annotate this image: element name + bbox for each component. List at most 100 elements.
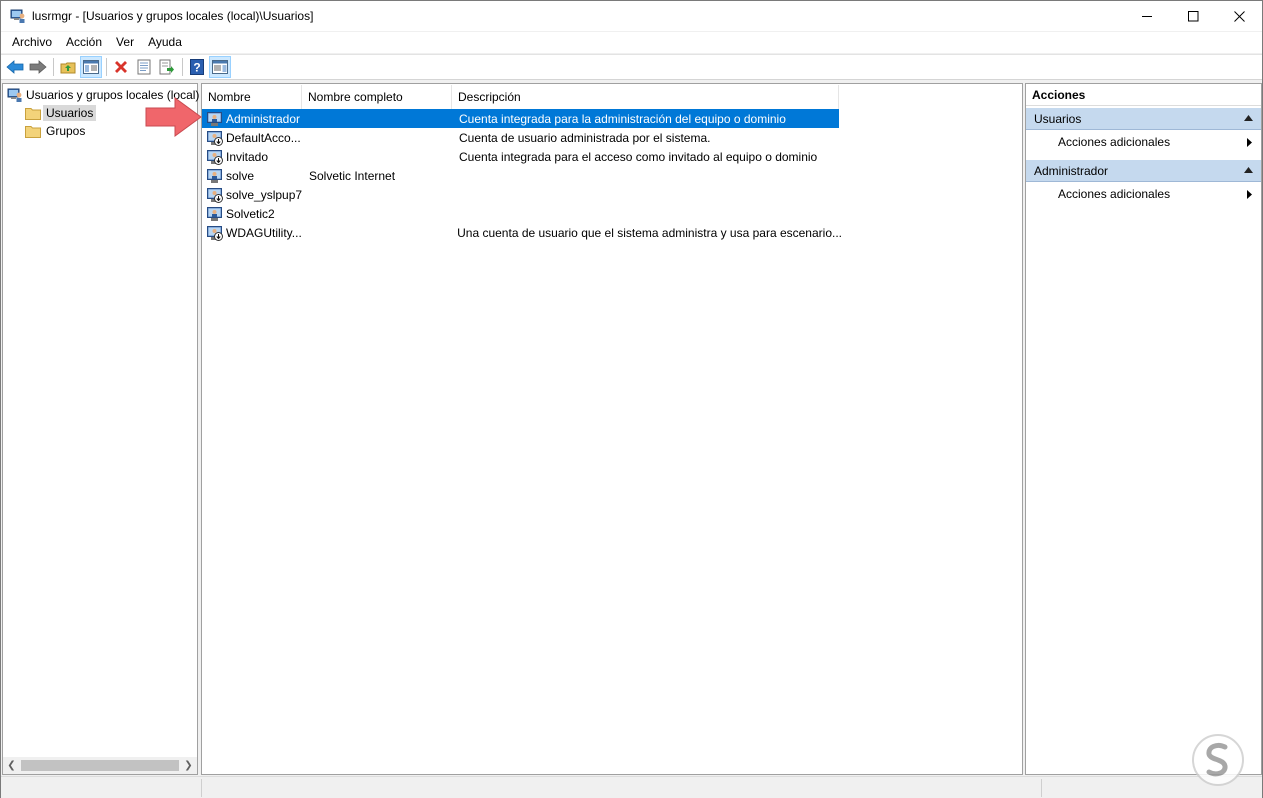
user-name: Administrador bbox=[226, 111, 301, 126]
solvetic-logo-icon bbox=[1192, 734, 1244, 786]
back-button[interactable] bbox=[4, 56, 26, 78]
disabled-user-icon bbox=[207, 130, 223, 146]
disabled-user-icon bbox=[207, 225, 223, 241]
export-list-icon bbox=[159, 59, 174, 75]
show-hide-action-pane-icon bbox=[212, 60, 228, 74]
tree-item-label: Grupos bbox=[46, 124, 86, 138]
table-row[interactable]: Administrador Cuenta integrada para la a… bbox=[202, 109, 839, 128]
maximize-button[interactable] bbox=[1170, 1, 1216, 31]
delete-icon bbox=[115, 61, 127, 73]
actions-section-usuarios[interactable]: Usuarios bbox=[1026, 108, 1261, 130]
user-icon bbox=[207, 111, 223, 127]
computer-users-icon bbox=[10, 8, 26, 24]
user-icon bbox=[207, 206, 223, 222]
window-title: lusrmgr - [Usuarios y grupos locales (lo… bbox=[32, 9, 314, 23]
column-header-descripcion[interactable]: Descripción bbox=[452, 85, 839, 109]
user-description: Cuenta integrada para el acceso como inv… bbox=[459, 149, 818, 164]
show-hide-tree-icon bbox=[83, 60, 99, 74]
scroll-right-icon[interactable]: ❯ bbox=[180, 757, 197, 774]
tree-item-usuarios[interactable]: Usuarios bbox=[25, 104, 97, 122]
menu-bar: Archivo Acción Ver Ayuda bbox=[1, 32, 1262, 53]
actions-pane: Acciones Usuarios Acciones adicionales A… bbox=[1025, 83, 1262, 775]
actions-title: Acciones bbox=[1026, 84, 1261, 106]
minimize-button[interactable] bbox=[1124, 1, 1170, 31]
table-row[interactable]: Solvetic2 bbox=[202, 204, 842, 223]
folder-icon bbox=[25, 107, 41, 120]
tree-item-grupos[interactable]: Grupos bbox=[25, 122, 88, 140]
list-header: Nombre Nombre completo Descripción bbox=[202, 85, 839, 109]
status-bar bbox=[1, 776, 1262, 798]
toolbar-separator bbox=[53, 58, 54, 76]
user-name: solve_yslpup7 bbox=[226, 187, 302, 202]
help-icon: ? bbox=[190, 59, 204, 75]
up-folder-icon bbox=[60, 62, 76, 74]
toolbar-separator bbox=[106, 58, 107, 76]
properties-button[interactable] bbox=[133, 56, 155, 78]
maximize-icon bbox=[1187, 10, 1198, 21]
user-full-name: Solvetic Internet bbox=[309, 168, 396, 183]
submenu-arrow-icon bbox=[1247, 190, 1252, 199]
svg-text:?: ? bbox=[193, 61, 200, 75]
horizontal-scrollbar[interactable]: ❮ ❯ bbox=[3, 757, 197, 774]
minimize-icon bbox=[1141, 15, 1152, 17]
back-arrow-icon bbox=[6, 60, 24, 74]
user-name: Solvetic2 bbox=[226, 206, 275, 221]
user-list: Administrador Cuenta integrada para la a… bbox=[202, 109, 842, 242]
export-list-button[interactable] bbox=[156, 56, 178, 78]
close-icon bbox=[1233, 10, 1245, 22]
up-one-level-button[interactable] bbox=[57, 56, 79, 78]
results-list-pane: Nombre Nombre completo Descripción Admin… bbox=[201, 83, 1023, 775]
disabled-user-icon bbox=[207, 149, 223, 165]
console-tree-pane: Usuarios y grupos locales (local) Usuari… bbox=[2, 83, 199, 775]
close-button[interactable] bbox=[1216, 1, 1262, 31]
action-label: Acciones adicionales bbox=[1058, 187, 1171, 201]
forward-arrow-icon bbox=[29, 60, 47, 74]
action-label: Acciones adicionales bbox=[1058, 135, 1171, 149]
properties-icon bbox=[137, 59, 151, 75]
more-actions-item[interactable]: Acciones adicionales bbox=[1026, 130, 1261, 154]
toolbar-separator bbox=[182, 58, 183, 76]
user-name: DefaultAcco... bbox=[226, 130, 301, 145]
show-hide-action-pane-button[interactable] bbox=[209, 56, 231, 78]
table-row[interactable]: solve Solvetic Internet bbox=[202, 166, 842, 185]
status-panel bbox=[1041, 779, 1141, 797]
collapse-triangle-icon bbox=[1244, 167, 1253, 173]
red-pointer-arrow-icon bbox=[145, 97, 202, 137]
toolbar: ? bbox=[1, 54, 1262, 80]
disabled-user-icon bbox=[207, 187, 223, 203]
table-row[interactable]: Invitado Cuenta integrada para el acceso… bbox=[202, 147, 842, 166]
folder-icon bbox=[25, 125, 41, 138]
table-row[interactable]: DefaultAcco... Cuenta de usuario adminis… bbox=[202, 128, 842, 147]
more-actions-item[interactable]: Acciones adicionales bbox=[1026, 182, 1261, 206]
title-bar: lusrmgr - [Usuarios y grupos locales (lo… bbox=[1, 1, 1262, 31]
user-icon bbox=[207, 168, 223, 184]
submenu-arrow-icon bbox=[1247, 138, 1252, 147]
status-panel bbox=[201, 779, 1041, 797]
user-name: solve bbox=[226, 168, 255, 183]
delete-button[interactable] bbox=[110, 56, 132, 78]
section-header-label: Usuarios bbox=[1034, 112, 1082, 126]
menu-accion[interactable]: Acción bbox=[59, 33, 109, 52]
menu-ayuda[interactable]: Ayuda bbox=[141, 33, 189, 52]
user-description: Una cuenta de usuario que el sistema adm… bbox=[457, 225, 842, 240]
menu-ver[interactable]: Ver bbox=[109, 33, 141, 52]
show-hide-tree-button[interactable] bbox=[80, 56, 102, 78]
forward-button[interactable] bbox=[27, 56, 49, 78]
tree-item-label: Usuarios bbox=[43, 105, 97, 121]
table-row[interactable]: solve_yslpup7 bbox=[202, 185, 842, 204]
scrollbar-thumb[interactable] bbox=[21, 760, 179, 771]
column-header-nombre-completo[interactable]: Nombre completo bbox=[302, 85, 452, 109]
menu-archivo[interactable]: Archivo bbox=[5, 33, 59, 52]
user-description: Cuenta integrada para la administración … bbox=[459, 111, 786, 126]
user-name: WDAGUtility... bbox=[226, 225, 302, 240]
help-button[interactable]: ? bbox=[186, 56, 208, 78]
computer-users-icon bbox=[7, 88, 22, 102]
column-header-nombre[interactable]: Nombre bbox=[202, 85, 302, 109]
user-name: Invitado bbox=[226, 149, 269, 164]
user-description: Cuenta de usuario administrada por el si… bbox=[459, 130, 711, 145]
mmc-window: lusrmgr - [Usuarios y grupos locales (lo… bbox=[0, 0, 1263, 798]
table-row[interactable]: WDAGUtility... Una cuenta de usuario que… bbox=[202, 223, 842, 242]
actions-section-administrador[interactable]: Administrador bbox=[1026, 160, 1261, 182]
section-header-label: Administrador bbox=[1034, 164, 1109, 178]
scroll-left-icon[interactable]: ❮ bbox=[3, 757, 20, 774]
